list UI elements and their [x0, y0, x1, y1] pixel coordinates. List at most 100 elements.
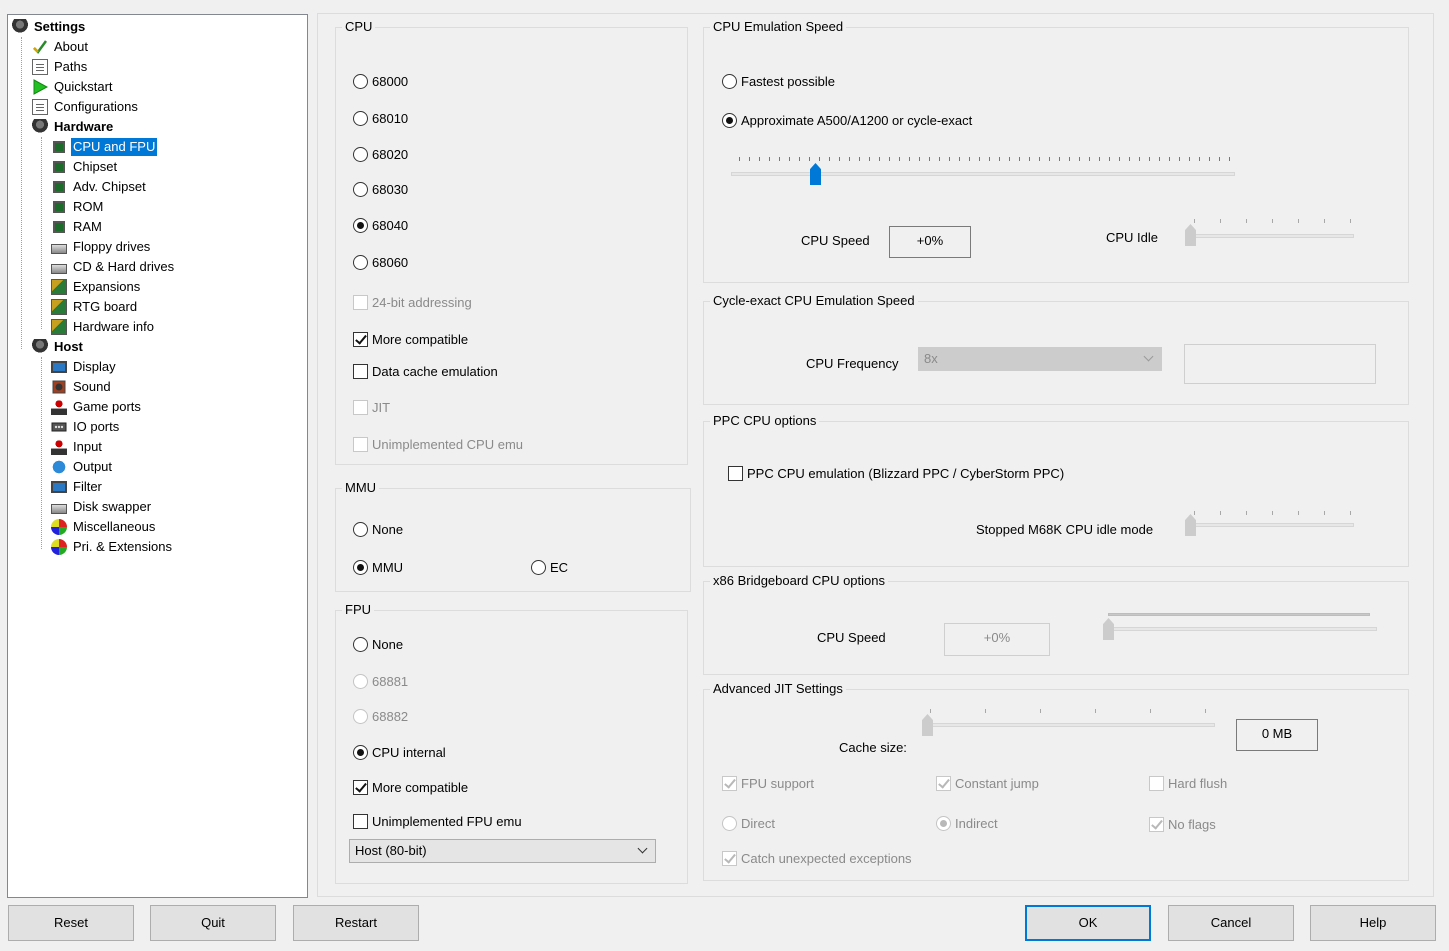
cpu-unimplemented-checkbox[interactable]: Unimplemented CPU emu — [353, 436, 523, 452]
tree-item-configurations[interactable]: Configurations — [32, 98, 140, 116]
tree-item-adv-chipset[interactable]: Adv. Chipset — [51, 178, 148, 196]
cpu-more-compatible-checkbox[interactable]: More compatible — [353, 331, 468, 347]
port-icon — [51, 419, 67, 435]
tree-item-paths[interactable]: Paths — [32, 58, 89, 76]
cpu-24bit-checkbox[interactable]: 24-bit addressing — [353, 294, 472, 310]
cpu-speed-group-title: CPU Emulation Speed — [710, 20, 847, 34]
tree-item-input[interactable]: Input — [51, 438, 104, 456]
jit-radio-indirect[interactable]: Indirect — [936, 815, 998, 831]
tree-item-display[interactable]: Display — [51, 358, 118, 376]
tree-item-ram[interactable]: RAM — [51, 218, 104, 236]
restart-button[interactable]: Restart — [293, 905, 419, 941]
fpu-more-compatible-checkbox[interactable]: More compatible — [353, 779, 468, 795]
reset-button[interactable]: Reset — [8, 905, 134, 941]
checkmark-icon — [32, 39, 48, 55]
speed-radio-fastest[interactable]: Fastest possible — [722, 73, 835, 89]
tree-item-game-ports[interactable]: Game ports — [51, 398, 143, 416]
chip-icon — [53, 141, 65, 153]
document-icon — [32, 59, 48, 75]
jit-radio-direct[interactable]: Direct — [722, 815, 775, 831]
jit-fpu-support-checkbox[interactable]: FPU support — [722, 775, 814, 791]
help-button[interactable]: Help — [1310, 905, 1436, 941]
mmu-radio-none[interactable]: None — [353, 521, 403, 537]
ppc-group: PPC CPU options — [703, 414, 1409, 567]
cpu-radio-68010[interactable]: 68010 — [353, 110, 408, 126]
tree-item-about[interactable]: About — [32, 38, 90, 56]
disk-icon — [32, 339, 48, 355]
card-icon — [51, 279, 67, 295]
tree-item-cpu-and-fpu[interactable]: CPU and FPU — [51, 138, 158, 156]
card-icon — [51, 299, 67, 315]
ppc-idle-slider-ticks — [1194, 511, 1354, 515]
tree-item-output[interactable]: Output — [51, 458, 114, 476]
tree-item-miscellaneous[interactable]: Miscellaneous — [51, 518, 157, 536]
cpu-jit-checkbox[interactable]: JIT — [353, 399, 390, 415]
cpu-radio-68060[interactable]: 68060 — [353, 254, 408, 270]
tree-item-sound[interactable]: Sound — [51, 378, 113, 396]
x86-cpu-speed-value-box[interactable]: +0% — [944, 623, 1050, 656]
speed-radio-approximate[interactable]: Approximate A500/A1200 or cycle-exact — [722, 112, 972, 128]
ppc-idle-label: Stopped M68K CPU idle mode — [976, 522, 1154, 537]
ok-button[interactable]: OK — [1025, 905, 1151, 941]
chip-icon — [53, 181, 65, 193]
cpu-speed-label: CPU Speed — [801, 233, 870, 248]
advanced-jit-group-title: Advanced JIT Settings — [710, 682, 846, 696]
jit-hard-flush-checkbox[interactable]: Hard flush — [1149, 775, 1227, 791]
settings-tree[interactable]: Settings About Paths Quickstart Configur… — [7, 14, 308, 898]
jit-constant-jump-checkbox[interactable]: Constant jump — [936, 775, 1039, 791]
mmu-radio-ec[interactable]: EC — [531, 559, 568, 575]
cpu-radio-68020[interactable]: 68020 — [353, 146, 408, 162]
tree-item-disk-swapper[interactable]: Disk swapper — [51, 498, 153, 516]
tree-item-filter[interactable]: Filter — [51, 478, 104, 496]
tree-item-io-ports[interactable]: IO ports — [51, 418, 121, 436]
tree-root-settings[interactable]: Settings — [12, 18, 87, 36]
card-icon — [51, 319, 67, 335]
tree-item-floppy-drives[interactable]: Floppy drives — [51, 238, 152, 256]
disk-icon — [32, 119, 48, 135]
cpu-frequency-select[interactable]: 8x — [918, 347, 1162, 371]
fpu-radio-68881[interactable]: 68881 — [353, 673, 408, 689]
cycle-exact-group-title: Cycle-exact CPU Emulation Speed — [710, 294, 918, 308]
cpu-frequency-field[interactable] — [1184, 344, 1376, 384]
play-icon — [32, 79, 49, 95]
jit-cache-slider-ticks — [930, 709, 1215, 713]
cpu-radio-68000[interactable]: 68000 — [353, 73, 408, 89]
cpu-radio-68040[interactable]: 68040 — [353, 217, 408, 233]
cpu-data-cache-checkbox[interactable]: Data cache emulation — [353, 363, 498, 379]
idle-slider-track — [1186, 234, 1354, 238]
cpu-group-title: CPU — [342, 20, 376, 34]
tree-item-quickstart[interactable]: Quickstart — [32, 78, 115, 96]
x86-group-title: x86 Bridgeboard CPU options — [710, 574, 888, 588]
jit-cache-slider-track — [922, 723, 1215, 727]
speed-slider-track — [731, 172, 1235, 176]
tree-item-expansions[interactable]: Expansions — [51, 278, 142, 296]
jit-no-flags-checkbox[interactable]: No flags — [1149, 816, 1216, 832]
cancel-button[interactable]: Cancel — [1168, 905, 1294, 941]
fpu-radio-cpu-internal[interactable]: CPU internal — [353, 744, 446, 760]
tree-item-cd-hard-drives[interactable]: CD & Hard drives — [51, 258, 176, 276]
fpu-unimplemented-checkbox[interactable]: Unimplemented FPU emu — [353, 813, 522, 829]
fpu-radio-68882[interactable]: 68882 — [353, 708, 408, 724]
jit-catch-exceptions-checkbox[interactable]: Catch unexpected exceptions — [722, 850, 912, 866]
tree-item-pri-extensions[interactable]: Pri. & Extensions — [51, 538, 174, 556]
quit-button[interactable]: Quit — [150, 905, 276, 941]
tree-item-rom[interactable]: ROM — [51, 198, 105, 216]
tree-item-hardware[interactable]: Hardware — [32, 118, 115, 136]
tree-item-hardware-info[interactable]: Hardware info — [51, 318, 156, 336]
tree-item-host[interactable]: Host — [32, 338, 85, 356]
idle-slider-ticks — [1194, 219, 1354, 223]
fpu-radio-none[interactable]: None — [353, 636, 403, 652]
jit-cache-value-box[interactable]: 0 MB — [1236, 719, 1318, 751]
tree-line — [21, 37, 22, 349]
tree-item-chipset[interactable]: Chipset — [51, 158, 119, 176]
tree-line — [41, 137, 42, 329]
cpu-speed-value-box[interactable]: +0% — [889, 226, 971, 258]
fpu-group-title: FPU — [342, 603, 374, 617]
tree-item-rtg-board[interactable]: RTG board — [51, 298, 139, 316]
drive-icon — [51, 243, 67, 254]
fpu-mode-select[interactable]: Host (80-bit) — [349, 839, 656, 863]
cpu-radio-68030[interactable]: 68030 — [353, 181, 408, 197]
mmu-radio-mmu[interactable]: MMU — [353, 559, 403, 575]
ppc-emulation-checkbox[interactable]: PPC CPU emulation (Blizzard PPC / CyberS… — [728, 465, 1064, 481]
x86-slider-upper-track — [1108, 613, 1370, 616]
